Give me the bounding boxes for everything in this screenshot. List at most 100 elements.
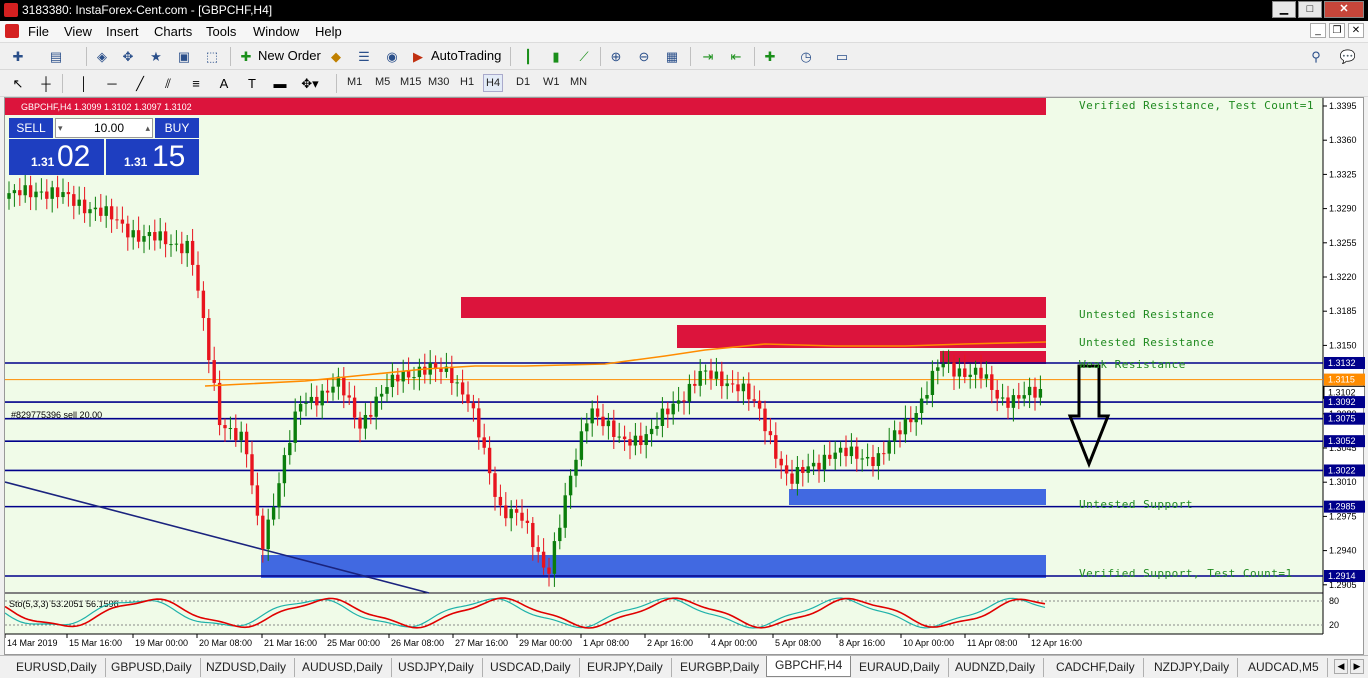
candle-body	[871, 456, 875, 467]
arrow-shapes-icon[interactable]: ▬	[270, 74, 290, 92]
tab-audcad[interactable]: AUDCAD,M5	[1240, 658, 1328, 677]
price-tag-label: 1.3022	[1328, 465, 1356, 475]
channel-icon[interactable]: ⫽	[158, 74, 178, 92]
more-shapes-icon[interactable]: ✥▾	[300, 74, 320, 92]
candle-body	[169, 244, 173, 246]
vertical-line-icon[interactable]: │	[74, 74, 94, 92]
chart-window-icon[interactable]	[5, 24, 19, 38]
text-icon[interactable]: A	[214, 74, 234, 92]
tab-cadchf[interactable]: CADCHF,Daily	[1048, 658, 1144, 677]
timeframe-w1[interactable]: W1	[543, 76, 560, 88]
timeframe-d1[interactable]: D1	[516, 76, 530, 88]
tab-eurusd[interactable]: EURUSD,Daily	[8, 658, 106, 677]
lot-increase-icon[interactable]: ▴	[145, 119, 150, 137]
menu-file[interactable]: File	[28, 24, 49, 39]
menu-tools[interactable]: Tools	[206, 24, 236, 39]
radio-icon[interactable]: ◉	[382, 47, 402, 65]
timeframe-m5[interactable]: M5	[375, 76, 390, 88]
menu-window[interactable]: Window	[253, 24, 299, 39]
menu-charts[interactable]: Charts	[154, 24, 192, 39]
tab-eurjpy[interactable]: EURJPY,Daily	[579, 658, 672, 677]
tab-nzdjpy[interactable]: NZDJPY,Daily	[1146, 658, 1239, 677]
chat-icon[interactable]: 💬	[1338, 47, 1358, 65]
candle-body	[358, 417, 362, 429]
timeframe-m30[interactable]: M30	[428, 76, 449, 88]
tab-scroll-left-icon[interactable]: ◀	[1334, 659, 1348, 674]
bar-chart-icon[interactable]: ┃	[518, 47, 538, 65]
periods-icon[interactable]: ◷	[796, 47, 816, 65]
menu-help[interactable]: Help	[315, 24, 342, 39]
autotrading-icon[interactable]: ▶	[408, 47, 428, 65]
candle-body	[617, 436, 621, 438]
one-click-trading-panel: SELL ▾ 10.00 ▴ BUY 1.31 02 1.31 15	[9, 118, 199, 175]
horizontal-line-icon[interactable]: ─	[102, 74, 122, 92]
timeframe-h1[interactable]: H1	[460, 76, 474, 88]
cursor-icon[interactable]: ↖	[8, 74, 28, 92]
child-minimize-button[interactable]: _	[1310, 23, 1326, 38]
sell-button[interactable]: SELL	[9, 118, 53, 138]
candle-body	[963, 368, 967, 377]
line-chart-icon[interactable]: ⟋	[574, 47, 594, 65]
market-watch-icon[interactable]: ◈	[92, 47, 112, 65]
autotrading-button[interactable]: AutoTrading	[431, 48, 501, 63]
trendline-icon[interactable]: ╱	[130, 74, 150, 92]
tab-usdcad[interactable]: USDCAD,Daily	[482, 658, 580, 677]
child-restore-button[interactable]: ❐	[1329, 23, 1345, 38]
metaeditor-icon[interactable]: ◆	[326, 47, 346, 65]
new-order-button[interactable]: New Order	[258, 48, 321, 63]
app-icon	[4, 3, 18, 17]
menu-view[interactable]: View	[64, 24, 92, 39]
candle-body	[973, 367, 978, 375]
candle-body	[633, 435, 638, 446]
timeframe-m1[interactable]: M1	[347, 76, 362, 88]
buy-price-button[interactable]: 1.31 15	[106, 139, 199, 175]
signals-icon[interactable]: ☰	[354, 47, 374, 65]
tab-scroll-right-icon[interactable]: ▶	[1350, 659, 1364, 674]
new-chart-icon[interactable]: ✚	[8, 47, 28, 65]
price-chart[interactable]: GBPCHF,H4 1.3099 1.3102 1.3097 1.3102 #82…	[5, 98, 1365, 656]
search-icon[interactable]: ⚲	[1306, 47, 1326, 65]
data-window-icon[interactable]: ✥	[118, 47, 138, 65]
tab-gbpchf[interactable]: GBPCHF,H4	[766, 656, 852, 677]
terminal-icon[interactable]: ▣	[174, 47, 194, 65]
tab-eurgbp[interactable]: EURGBP,Daily	[672, 658, 769, 677]
fibonacci-icon[interactable]: ≡	[186, 74, 206, 92]
tile-windows-icon[interactable]: ▦	[662, 47, 682, 65]
strategy-tester-icon[interactable]: ⬚	[202, 47, 222, 65]
zoom-out-icon[interactable]: ⊖	[634, 47, 654, 65]
timeframe-mn[interactable]: MN	[570, 76, 587, 88]
child-close-button[interactable]: ✕	[1348, 23, 1364, 38]
candle-body	[968, 374, 972, 377]
candlestick-icon[interactable]: ▮	[546, 47, 566, 65]
menu-insert[interactable]: Insert	[106, 24, 139, 39]
tab-audnzd[interactable]: AUDNZD,Daily	[947, 658, 1045, 677]
lot-size-input[interactable]: ▾ 10.00 ▴	[55, 118, 153, 138]
chart-window[interactable]: GBPCHF,H4 1.3099 1.3102 1.3097 1.3102 #82…	[4, 97, 1365, 656]
tab-euraud[interactable]: EURAUD,Daily	[851, 658, 949, 677]
maximize-button[interactable]: □	[1298, 1, 1322, 18]
zoom-in-icon[interactable]: ⊕	[606, 47, 626, 65]
close-button[interactable]: ✕	[1324, 1, 1364, 18]
candle-body	[666, 408, 670, 415]
timeframe-h4[interactable]: H4	[483, 74, 504, 92]
crosshair-icon[interactable]: ┼	[36, 74, 56, 92]
chart-shift-icon[interactable]: ⇤	[726, 47, 746, 65]
candle-body	[563, 495, 567, 528]
tab-usdjpy[interactable]: USDJPY,Daily	[390, 658, 483, 677]
timeframe-m15[interactable]: M15	[400, 76, 421, 88]
navigator-icon[interactable]: ★	[146, 47, 166, 65]
tab-gbpusd[interactable]: GBPUSD,Daily	[103, 658, 201, 677]
candle-body	[412, 377, 416, 379]
indicators-icon[interactable]: ✚	[760, 47, 780, 65]
lot-decrease-icon[interactable]: ▾	[58, 119, 63, 137]
profiles-icon[interactable]: ▤	[46, 47, 66, 65]
buy-button[interactable]: BUY	[155, 118, 199, 138]
minimize-button[interactable]: ▁	[1272, 1, 1296, 18]
new-order-icon[interactable]: ✚	[236, 47, 256, 65]
tab-nzdusd[interactable]: NZDUSD,Daily	[198, 658, 296, 677]
sell-price-button[interactable]: 1.31 02	[9, 139, 104, 175]
auto-scroll-icon[interactable]: ⇥	[698, 47, 718, 65]
tab-audusd[interactable]: AUDUSD,Daily	[294, 658, 392, 677]
label-icon[interactable]: T	[242, 74, 262, 92]
templates-icon[interactable]: ▭	[832, 47, 852, 65]
